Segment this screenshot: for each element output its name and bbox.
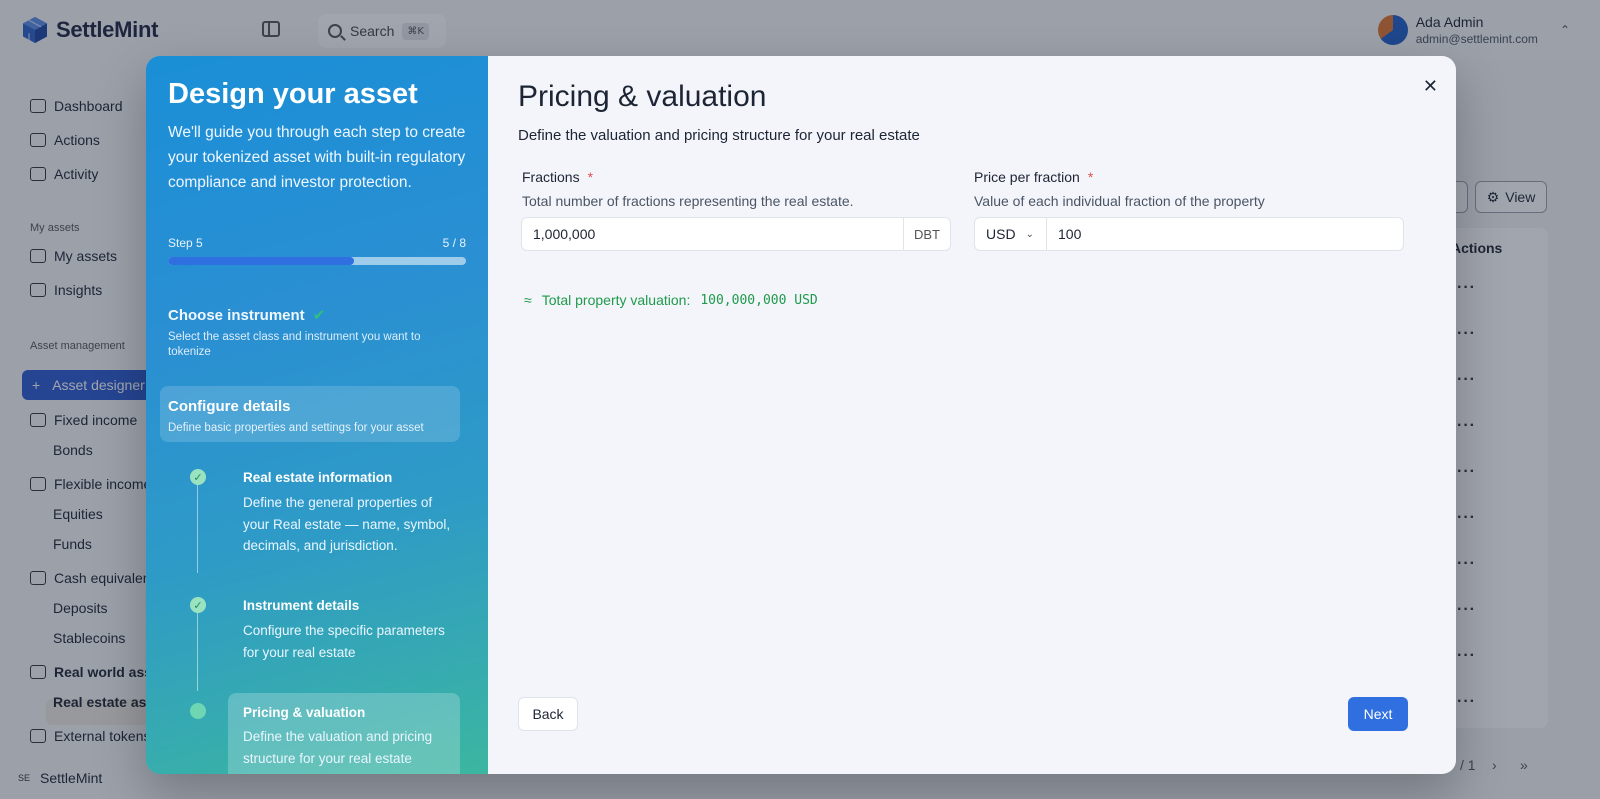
total-valuation: ≈ Total property valuation: 100,000,000 … bbox=[524, 292, 818, 308]
step-progress-bar bbox=[168, 257, 466, 265]
substep-instrument-details-desc: Configure the specific parameters for yo… bbox=[243, 623, 445, 660]
back-button[interactable]: Back bbox=[518, 697, 578, 731]
wizard-title: Design your asset bbox=[168, 78, 418, 110]
chevron-down-icon: ⌄ bbox=[1025, 228, 1034, 240]
fractions-unit: DBT bbox=[903, 218, 950, 250]
wizard-description: We'll guide you through each step to cre… bbox=[168, 124, 466, 191]
step-count: 5 / 8 bbox=[442, 236, 466, 250]
close-icon[interactable]: ✕ bbox=[1423, 76, 1438, 97]
label-text: Fractions bbox=[522, 169, 580, 185]
required-mark: * bbox=[587, 169, 594, 185]
check-circle-icon: ✓ bbox=[190, 597, 206, 613]
required-mark: * bbox=[1087, 169, 1094, 185]
label-text: Price per fraction bbox=[974, 169, 1080, 185]
substep-real-estate-information-desc: Define the general properties of your Re… bbox=[243, 495, 451, 553]
price-per-fraction-help: Value of each individual fraction of the… bbox=[974, 193, 1265, 209]
step-choose-instrument-desc: Select the asset class and instrument yo… bbox=[168, 331, 421, 358]
step-configure-details-desc: Define basic properties and settings for… bbox=[168, 422, 424, 434]
price-per-fraction-label: Price per fraction * bbox=[974, 169, 1093, 185]
substep-pricing-valuation-desc: Define the valuation and pricing structu… bbox=[243, 729, 433, 766]
next-button[interactable]: Next bbox=[1348, 697, 1408, 731]
step-label: Step 5 bbox=[168, 236, 203, 250]
form-title: Pricing & valuation bbox=[518, 80, 767, 113]
pricing-form-panel: ✕ Pricing & valuation Define the valuati… bbox=[488, 56, 1456, 774]
asset-designer-dialog: Design your asset We'll guide you throug… bbox=[146, 56, 1456, 774]
check-icon: ✔ bbox=[312, 307, 326, 324]
substep-pricing-valuation[interactable]: Pricing & valuation bbox=[243, 705, 365, 720]
wizard-steps-panel: Design your asset We'll guide you throug… bbox=[146, 56, 488, 774]
substep-real-estate-information[interactable]: Real estate information bbox=[243, 470, 392, 485]
current-step-dot-icon bbox=[190, 703, 206, 719]
step-choose-instrument[interactable]: Choose instrument ✔ bbox=[168, 306, 326, 325]
step-configure-details-title: Configure details bbox=[168, 398, 291, 415]
price-field: USD ⌄ 100 bbox=[974, 217, 1404, 251]
fractions-help: Total number of fractions representing t… bbox=[522, 193, 854, 209]
valuation-value: 100,000,000 USD bbox=[700, 292, 818, 308]
fractions-field: 1,000,000 DBT bbox=[521, 217, 951, 251]
step-progress-fill bbox=[168, 257, 355, 265]
timeline-connector bbox=[197, 609, 198, 691]
fractions-label: Fractions * bbox=[522, 169, 593, 185]
check-circle-icon: ✓ bbox=[190, 469, 206, 485]
step-title: Choose instrument bbox=[168, 306, 305, 324]
substep-instrument-details[interactable]: Instrument details bbox=[243, 598, 359, 613]
currency-select[interactable]: USD ⌄ bbox=[975, 218, 1047, 250]
currency-value: USD bbox=[986, 226, 1016, 242]
timeline-connector bbox=[197, 481, 198, 573]
form-subtitle: Define the valuation and pricing structu… bbox=[518, 127, 920, 144]
approx-icon: ≈ bbox=[524, 292, 532, 308]
valuation-label: Total property valuation: bbox=[541, 292, 691, 308]
fractions-input[interactable]: 1,000,000 bbox=[522, 218, 903, 250]
price-input[interactable]: 100 bbox=[1047, 218, 1403, 250]
